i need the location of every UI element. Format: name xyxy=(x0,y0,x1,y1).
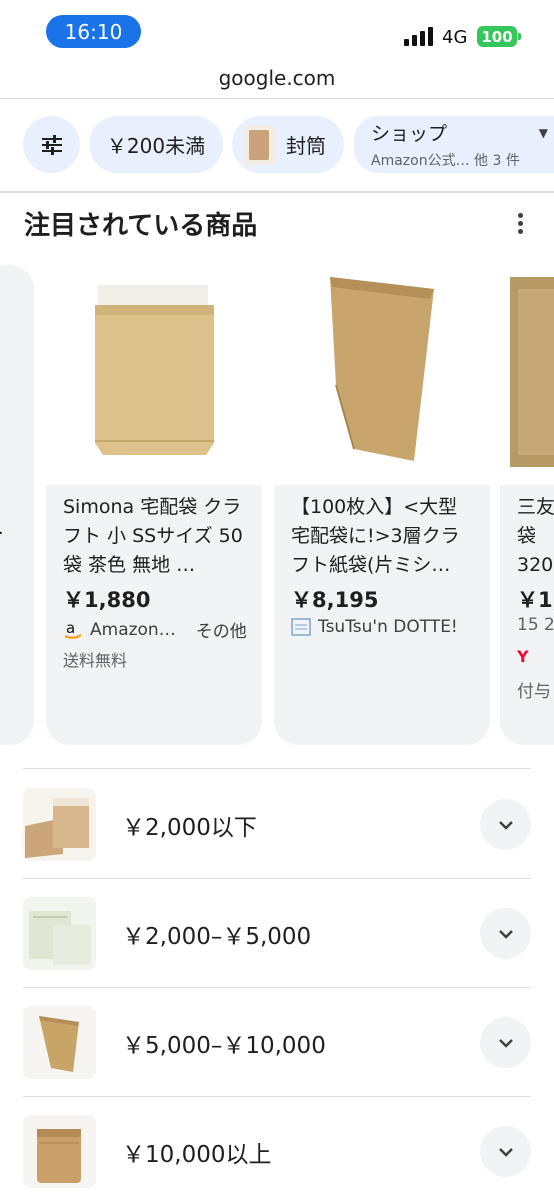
filter-chips: ￥200未満 封筒 ショップ Amazon公式… 他 3 件 ▼ xyxy=(23,116,554,174)
expand-button[interactable] xyxy=(480,1017,531,1068)
price-range-row[interactable]: ￥5,000–￥10,000 xyxy=(23,988,531,1096)
product-price: ￥8,195 xyxy=(291,588,379,612)
price-range-label: ￥2,000–￥5,000 xyxy=(122,924,312,950)
price-range-row[interactable]: ￥2,000以下 xyxy=(23,770,531,878)
envelope-chip-label: 封筒 xyxy=(286,134,326,158)
store-info: TsuTsu'n DOTTE! xyxy=(291,617,458,637)
product-card-previous[interactable]: · xyxy=(0,265,34,745)
store-name: Y xyxy=(517,647,529,666)
page: 16:10 4G 100 google.com ￥200未満 封筒 ショップ A… xyxy=(0,0,554,1199)
divider xyxy=(23,768,531,769)
price-range-row[interactable]: ￥10,000以上 xyxy=(23,1097,531,1199)
network-type: 4G xyxy=(442,27,468,48)
expand-button[interactable] xyxy=(480,799,531,850)
expand-button[interactable] xyxy=(480,1126,531,1177)
price-range-label: ￥5,000–￥10,000 xyxy=(122,1033,326,1059)
battery-icon: 100 xyxy=(477,26,521,47)
product-card[interactable]: 【100枚入】<大型宅配袋に!>3層クラフト紙袋(片ミシ… ￥8,195 Tsu… xyxy=(274,265,490,745)
amazon-logo-icon: a xyxy=(63,620,83,640)
more-options-icon[interactable] xyxy=(510,210,532,236)
price-range-label: ￥2,000以下 xyxy=(122,815,257,841)
product-image xyxy=(274,265,490,485)
expand-button[interactable] xyxy=(480,908,531,959)
price-chip[interactable]: ￥200未満 xyxy=(89,116,223,173)
section-divider xyxy=(0,191,554,193)
product-image xyxy=(500,265,554,485)
chevron-down-icon xyxy=(498,1038,513,1048)
signal-icon xyxy=(404,26,434,46)
price-range-thumbnail xyxy=(23,1115,96,1188)
store-name: TsuTsu'n DOTTE! xyxy=(318,617,458,637)
store-extra: その他 xyxy=(195,622,247,642)
price-range-thumbnail xyxy=(23,1006,96,1079)
product-card[interactable]: Simona 宅配袋 クラフト 小 SSサイズ 50袋 茶色 無地 … ￥1,8… xyxy=(46,265,262,745)
product-meta: 15 2 xyxy=(517,615,554,635)
chevron-down-icon xyxy=(498,1147,513,1157)
envelope-chip[interactable]: 封筒 xyxy=(232,116,344,173)
price-range-label: ￥10,000以上 xyxy=(122,1142,272,1168)
dropdown-caret-icon: ▼ xyxy=(538,126,548,140)
store-name: Amazon… xyxy=(90,619,176,640)
product-title: 【100枚入】<大型宅配袋に!>3層クラフト紙袋(片ミシ… xyxy=(291,496,460,576)
svg-text:a: a xyxy=(66,620,75,637)
shop-chip-subtitle: Amazon公式… 他 3 件 xyxy=(371,153,520,169)
product-title: Simona 宅配袋 クラフト 小 SSサイズ 50袋 茶色 無地 … xyxy=(63,496,243,576)
divider xyxy=(0,98,554,99)
price-range-thumbnail xyxy=(23,788,96,861)
url-bar[interactable]: google.com xyxy=(0,66,554,90)
chevron-down-icon xyxy=(498,929,513,939)
status-bar: 16:10 4G 100 xyxy=(0,0,554,60)
product-title: 三友 袋 320 xyxy=(517,496,554,576)
shop-chip[interactable]: ショップ Amazon公式… 他 3 件 ▼ xyxy=(354,116,554,173)
price-range-row[interactable]: ￥2,000–￥5,000 xyxy=(23,879,531,987)
envelope-thumbnail xyxy=(243,124,275,165)
status-time[interactable]: 16:10 xyxy=(46,15,141,48)
product-card-next[interactable]: 三友 袋 320 ￥1, 15 2 Y 付与 xyxy=(500,265,554,745)
store-info: a Amazon… その他 xyxy=(63,617,247,642)
truncated-text: · xyxy=(0,523,4,544)
tune-icon xyxy=(41,134,62,155)
product-price: ￥1, xyxy=(517,588,554,612)
product-extra: 付与 xyxy=(517,682,551,702)
section-title: 注目されている商品 xyxy=(24,211,258,241)
product-image xyxy=(46,265,262,485)
chevron-down-icon xyxy=(498,820,513,830)
store-logo-icon xyxy=(291,617,311,637)
shop-chip-title: ショップ xyxy=(371,123,448,145)
product-price: ￥1,880 xyxy=(63,588,151,612)
shipping-info: 送料無料 xyxy=(63,651,128,670)
price-range-thumbnail xyxy=(23,897,96,970)
filter-chip[interactable] xyxy=(23,116,80,173)
